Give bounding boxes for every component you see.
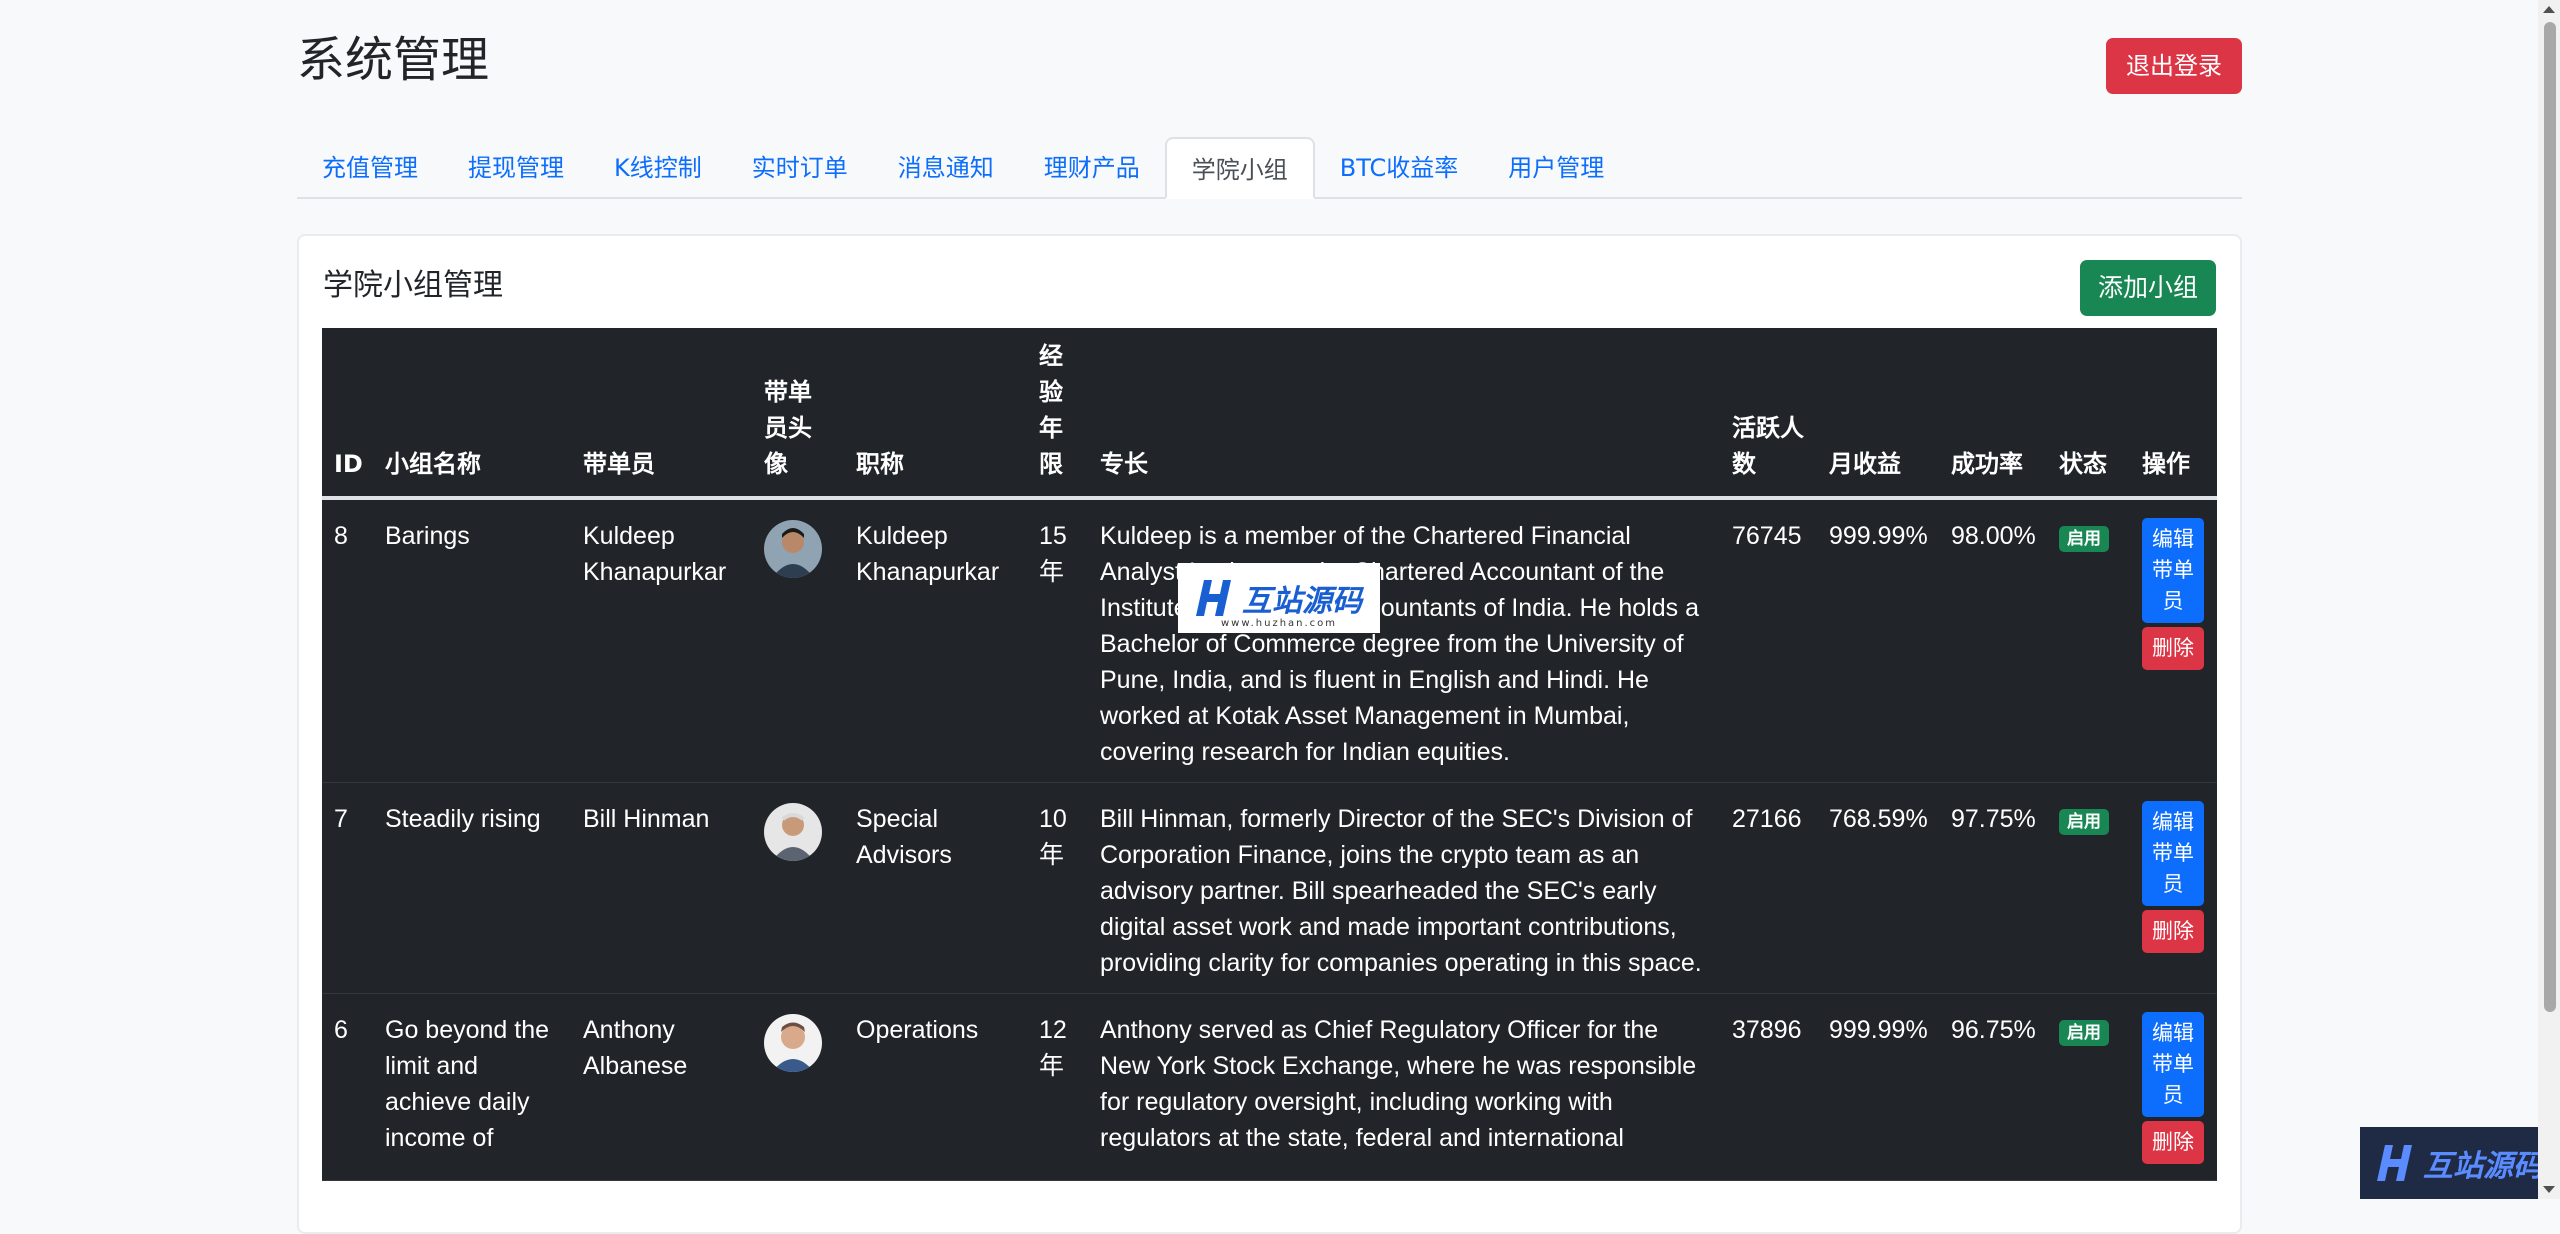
cell-avatar xyxy=(752,782,844,994)
edit-leader-button[interactable]: 编辑带单员 xyxy=(2142,801,2204,906)
tab-products[interactable]: 理财产品 xyxy=(1019,137,1165,197)
avatar xyxy=(764,520,822,578)
cell-actions: 编辑带单员 删除 xyxy=(2130,782,2217,994)
cell-years: 10年 xyxy=(1027,782,1088,994)
table-row: 8 Barings Kuldeep Khanapurkar Kuldeep Kh… xyxy=(322,498,2217,783)
cell-active: 76745 xyxy=(1720,498,1817,783)
col-status: 状态 xyxy=(2047,328,2130,500)
scroll-up-icon[interactable] xyxy=(2543,6,2555,13)
cell-leader: Kuldeep Khanapurkar xyxy=(571,498,752,783)
status-badge: 启用 xyxy=(2059,809,2109,835)
watermark-h-icon xyxy=(1196,580,1231,616)
cell-monthly: 999.99% xyxy=(1817,498,1939,783)
cell-name: Go beyond the limit and achieve daily in… xyxy=(373,993,571,1181)
cell-status: 启用 xyxy=(2047,993,2130,1181)
tab-users[interactable]: 用户管理 xyxy=(1483,137,1629,197)
cell-active: 37896 xyxy=(1720,993,1817,1181)
cell-specialty: Bill Hinman, formerly Director of the SE… xyxy=(1088,782,1720,994)
groups-card: 学院小组管理 添加小组 ID 小组名称 带单员 带单员头像 职称 经验年限 专长… xyxy=(297,234,2242,1234)
page-container: 系统管理 退出登录 充值管理 提现管理 K线控制 实时订单 消息通知 理财产品 … xyxy=(297,0,2242,1234)
table-row: 6 Go beyond the limit and achieve daily … xyxy=(322,993,2217,1181)
col-leader: 带单员 xyxy=(571,328,752,500)
scroll-down-icon[interactable] xyxy=(2543,1186,2555,1193)
avatar xyxy=(764,803,822,861)
col-specialty: 专长 xyxy=(1088,328,1720,500)
cell-name: Steadily rising xyxy=(373,782,571,994)
table-header-row: ID 小组名称 带单员 带单员头像 职称 经验年限 专长 活跃人数 月收益 成功… xyxy=(322,328,2217,500)
watermark-text: 互站源码 xyxy=(1242,584,1362,619)
edit-leader-button[interactable]: 编辑带单员 xyxy=(2142,518,2204,623)
cell-title: Kuldeep Khanapurkar xyxy=(844,498,1027,783)
tab-withdraw[interactable]: 提现管理 xyxy=(443,137,589,197)
cell-monthly: 999.99% xyxy=(1817,993,1939,1181)
cell-name: Barings xyxy=(373,498,571,783)
tab-recharge[interactable]: 充值管理 xyxy=(297,137,443,197)
cell-specialty: Kuldeep is a member of the Chartered Fin… xyxy=(1088,498,1720,783)
watermark-corner-text: 互站源码 xyxy=(2423,1149,2543,1184)
header: 系统管理 退出登录 xyxy=(297,0,2242,100)
delete-button[interactable]: 删除 xyxy=(2142,1121,2204,1164)
col-avatar: 带单员头像 xyxy=(752,328,844,500)
tab-kline[interactable]: K线控制 xyxy=(589,137,727,197)
col-active: 活跃人数 xyxy=(1720,328,1817,500)
cell-years: 15年 xyxy=(1027,498,1088,783)
col-monthly: 月收益 xyxy=(1817,328,1939,500)
tab-academy-groups[interactable]: 学院小组 xyxy=(1164,137,1315,199)
add-group-button[interactable]: 添加小组 xyxy=(2079,260,2216,316)
cell-success: 96.75% xyxy=(1939,993,2047,1181)
col-title: 职称 xyxy=(844,328,1027,500)
cell-id: 8 xyxy=(322,498,373,783)
cell-leader: Bill Hinman xyxy=(571,782,752,994)
page-title: 系统管理 xyxy=(297,32,490,88)
cell-monthly: 768.59% xyxy=(1817,782,1939,994)
cell-active: 27166 xyxy=(1720,782,1817,994)
cell-title: Operations xyxy=(844,993,1027,1181)
cell-specialty: Anthony served as Chief Regulatory Offic… xyxy=(1088,993,1720,1181)
col-years: 经验年限 xyxy=(1027,328,1088,500)
vertical-scrollbar[interactable] xyxy=(2538,0,2560,1199)
tab-live-orders[interactable]: 实时订单 xyxy=(727,137,873,197)
status-badge: 启用 xyxy=(2059,526,2109,552)
cell-id: 6 xyxy=(322,993,373,1181)
cell-title: Special Advisors xyxy=(844,782,1027,994)
watermark-h-icon xyxy=(2377,1145,2412,1181)
tab-btc-yield[interactable]: BTC收益率 xyxy=(1315,137,1483,197)
cell-years: 12年 xyxy=(1027,993,1088,1181)
col-success: 成功率 xyxy=(1939,328,2047,500)
cell-status: 启用 xyxy=(2047,782,2130,994)
cell-success: 97.75% xyxy=(1939,782,2047,994)
col-actions: 操作 xyxy=(2130,328,2217,500)
status-badge: 启用 xyxy=(2059,1020,2109,1046)
cell-status: 启用 xyxy=(2047,498,2130,783)
col-name: 小组名称 xyxy=(373,328,571,500)
cell-avatar xyxy=(752,498,844,783)
avatar xyxy=(764,1014,822,1072)
cell-leader: Anthony Albanese xyxy=(571,993,752,1181)
nav-tabs: 充值管理 提现管理 K线控制 实时订单 消息通知 理财产品 学院小组 BTC收益… xyxy=(297,137,2242,199)
cell-actions: 编辑带单员 删除 xyxy=(2130,993,2217,1181)
watermark-logo: 互站源码 www.huzhan.com xyxy=(1178,563,1380,633)
col-id: ID xyxy=(322,328,373,500)
watermark-sub: www.huzhan.com xyxy=(1220,618,1338,629)
cell-success: 98.00% xyxy=(1939,498,2047,783)
watermark-corner-logo: 互站源码 xyxy=(2360,1127,2560,1199)
card-title: 学院小组管理 xyxy=(323,268,503,303)
table-row: 7 Steadily rising Bill Hinman Special Ad… xyxy=(322,782,2217,994)
cell-actions: 编辑带单员 删除 xyxy=(2130,498,2217,783)
cell-avatar xyxy=(752,993,844,1181)
edit-leader-button[interactable]: 编辑带单员 xyxy=(2142,1012,2204,1117)
tab-notifications[interactable]: 消息通知 xyxy=(873,137,1019,197)
logout-button[interactable]: 退出登录 xyxy=(2106,38,2242,94)
cell-id: 7 xyxy=(322,782,373,994)
scrollbar-thumb[interactable] xyxy=(2544,22,2556,1012)
groups-table: ID 小组名称 带单员 带单员头像 职称 经验年限 专长 活跃人数 月收益 成功… xyxy=(322,328,2217,1181)
delete-button[interactable]: 删除 xyxy=(2142,910,2204,953)
delete-button[interactable]: 删除 xyxy=(2142,627,2204,670)
